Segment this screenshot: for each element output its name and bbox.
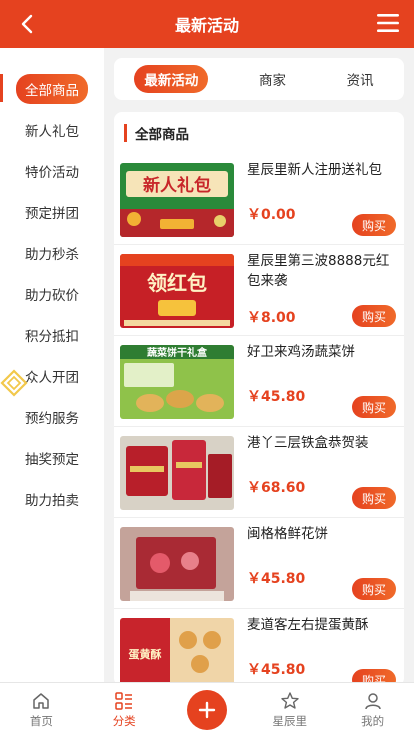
sidebar-item-flash-sale[interactable]: 助力秒杀 — [0, 232, 104, 273]
buy-button[interactable]: 购买 — [352, 578, 396, 600]
product-image-vegetable-biscuit: 蔬菜饼干礼盒 — [120, 345, 234, 419]
sidebar-item-reservation[interactable]: 预约服务 — [0, 396, 104, 437]
sidebar-item-points-deduction[interactable]: 积分抵扣 — [0, 314, 104, 355]
product-item[interactable]: 蔬菜饼干礼盒 好卫来鸡汤蔬菜饼 ￥45.80 购买 — [114, 336, 404, 427]
bottom-nav: 首页 分类 星辰里 我的 — [0, 682, 414, 736]
sidebar-item-label: 新人礼包 — [25, 123, 79, 140]
product-item[interactable]: 闽格格鲜花饼 ￥45.80 购买 — [114, 518, 404, 609]
sidebar-item-special-offer[interactable]: 特价活动 — [0, 150, 104, 191]
sidebar-item-label: 预约服务 — [25, 410, 79, 427]
sidebar-item-label: 助力秒杀 — [25, 246, 79, 263]
activity-tabs: 最新活动 商家 资讯 — [114, 58, 404, 100]
menu-icon[interactable] — [376, 12, 400, 34]
category-icon — [115, 691, 133, 710]
category-sidebar: 全部商品 新人礼包 特价活动 预定拼团 助力秒杀 助力砍价 积分抵扣 众人开团 … — [0, 48, 104, 682]
product-price: ￥8.00 — [247, 310, 296, 326]
nav-home[interactable]: 首页 — [0, 683, 83, 736]
product-image-text: 蛋黄酥 — [129, 647, 162, 661]
product-item[interactable]: 港丫三层铁盒恭贺装 ￥68.60 购买 — [114, 427, 404, 518]
nav-star[interactable]: 星辰里 — [248, 683, 331, 736]
product-name: 好卫来鸡汤蔬菜饼 — [247, 344, 355, 360]
product-item[interactable]: 领红包 星辰里第三波8888元红包来袭 ￥8.00 购买 — [114, 245, 404, 336]
user-icon — [364, 692, 381, 709]
nav-add — [166, 683, 249, 736]
back-icon[interactable] — [14, 10, 42, 38]
product-price: ￥0.00 — [247, 207, 296, 223]
sidebar-item-label: 全部商品 — [16, 73, 88, 104]
sidebar-item-auction[interactable]: 助力拍卖 — [0, 478, 104, 519]
tab-news[interactable]: 资讯 — [337, 65, 384, 93]
buy-button[interactable]: 购买 — [352, 487, 396, 509]
product-name: 星辰里第三波8888元红包来袭 — [247, 253, 390, 289]
product-image-newcomer-gift: 新人礼包 — [120, 163, 234, 237]
product-image-red-packet: 领红包 — [120, 254, 234, 328]
add-button[interactable] — [186, 689, 227, 730]
product-image-text: 领红包 — [147, 271, 207, 295]
product-image-tin-gift-box — [120, 436, 234, 510]
sidebar-item-label: 抽奖预定 — [25, 451, 79, 468]
panel-title: 全部商品 — [114, 112, 404, 154]
diamond-deco-icon — [0, 369, 28, 397]
product-image-text: 蔬菜饼干礼盒 — [147, 346, 208, 359]
sidebar-item-label: 助力拍卖 — [25, 492, 79, 509]
product-item[interactable]: 蛋黄酥 麦道客左右提蛋黄酥 ￥45.80 购买 — [114, 609, 404, 686]
tab-merchants[interactable]: 商家 — [249, 65, 296, 93]
sidebar-item-label: 众人开团 — [25, 369, 79, 386]
page-title: 最新活动 — [174, 16, 239, 35]
sidebar-item-group-booking[interactable]: 预定拼团 — [0, 191, 104, 232]
nav-label: 首页 — [29, 713, 53, 728]
nav-label: 分类 — [112, 713, 136, 728]
app-header: 最新活动 — [0, 0, 414, 48]
plus-icon — [198, 701, 216, 718]
product-item[interactable]: 新人礼包 星辰里新人注册送礼包 ￥0.00 购买 — [114, 154, 404, 245]
sidebar-item-newcomer-gift[interactable]: 新人礼包 — [0, 109, 104, 150]
product-image-text: 新人礼包 — [143, 175, 211, 196]
nav-label: 星辰里 — [272, 713, 308, 728]
home-icon — [33, 692, 50, 709]
sidebar-item-lottery[interactable]: 抽奖预定 — [0, 437, 104, 478]
sidebar-item-label: 特价活动 — [25, 164, 79, 181]
product-image-egg-yolk-pastry: 蛋黄酥 — [120, 618, 234, 686]
product-panel: 全部商品 新人礼包 星辰里新人注册送礼包 ￥0.00 购买 领红包 星辰里第三波… — [114, 112, 404, 686]
buy-button[interactable]: 购买 — [352, 214, 396, 236]
sidebar-item-all-products[interactable]: 全部商品 — [0, 68, 104, 109]
product-price: ￥45.80 — [247, 662, 306, 678]
sidebar-item-label: 预定拼团 — [25, 205, 79, 222]
product-name: 麦道客左右提蛋黄酥 — [247, 617, 369, 633]
product-name: 闽格格鲜花饼 — [247, 526, 328, 542]
sidebar-item-label: 积分抵扣 — [25, 328, 79, 345]
tab-latest-activity[interactable]: 最新活动 — [134, 65, 209, 93]
buy-button[interactable]: 购买 — [352, 396, 396, 418]
star-icon — [281, 691, 299, 709]
product-price: ￥45.80 — [247, 571, 306, 587]
product-price: ￥45.80 — [247, 389, 306, 405]
product-name: 星辰里新人注册送礼包 — [247, 162, 382, 178]
product-image-flower-cake — [120, 527, 234, 601]
nav-category[interactable]: 分类 — [83, 683, 166, 736]
nav-label: 我的 — [361, 713, 385, 728]
product-price: ￥68.60 — [247, 480, 306, 496]
product-name: 港丫三层铁盒恭贺装 — [247, 435, 369, 451]
nav-profile[interactable]: 我的 — [331, 683, 414, 736]
buy-button[interactable]: 购买 — [352, 305, 396, 327]
sidebar-item-label: 助力砍价 — [25, 287, 79, 304]
sidebar-item-bargain[interactable]: 助力砍价 — [0, 273, 104, 314]
